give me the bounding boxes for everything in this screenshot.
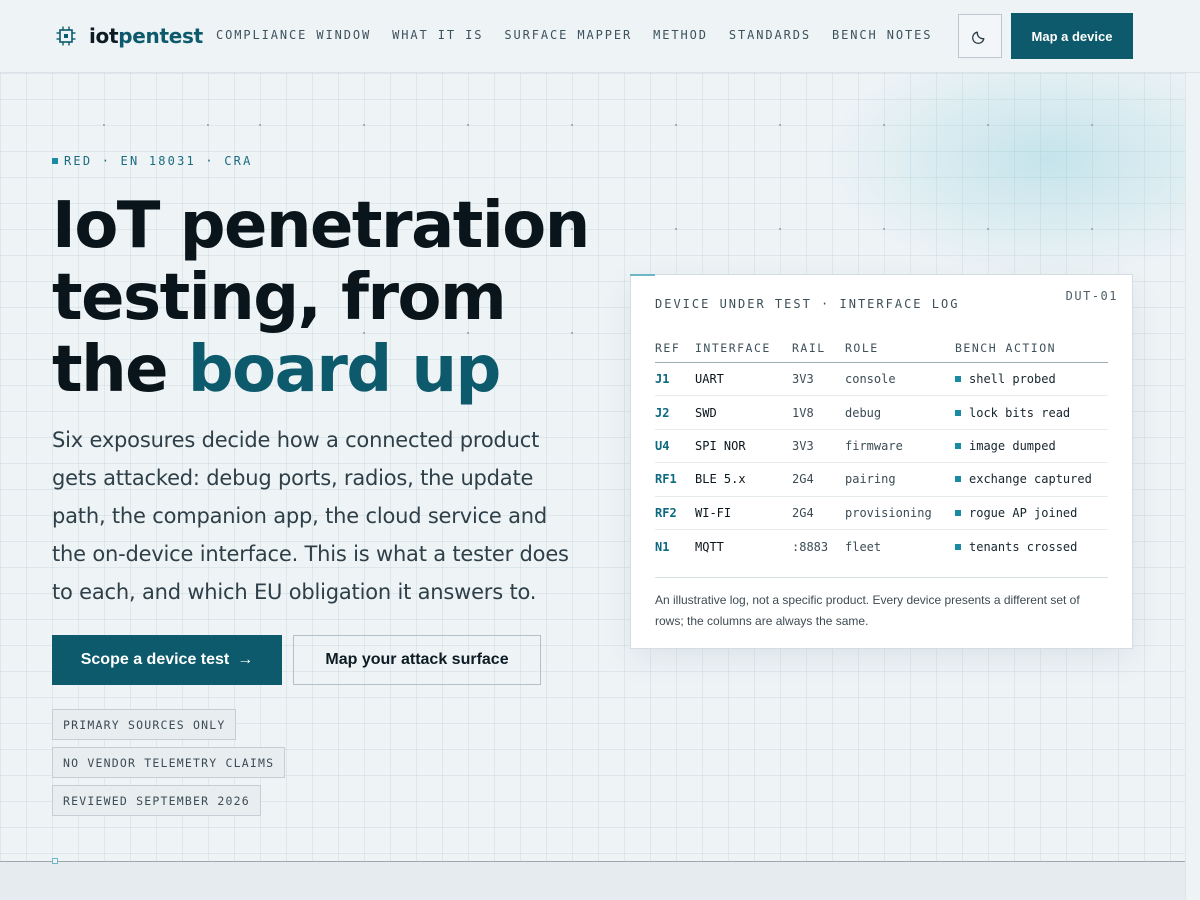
cell-action-text: tenants crossed: [969, 539, 1078, 554]
cell-bench-action: shell probed: [955, 372, 1108, 386]
column-header-bench-action: BENCH ACTION: [955, 340, 1057, 355]
map-attack-surface-button[interactable]: Map your attack surface: [293, 635, 541, 685]
table-header: REF INTERFACE RAIL ROLE BENCH ACTION: [655, 333, 1108, 363]
cell-ref: RF2: [655, 505, 677, 520]
title-line-3: the: [52, 333, 188, 407]
table-row: J1 UART 3V3 console shell probed: [655, 363, 1108, 397]
title-line-1: IoT penetration: [52, 189, 590, 263]
card-footnote: An illustrative log, not a specific prod…: [655, 577, 1108, 632]
hero-lede: Six exposures decide how a connected pro…: [52, 428, 569, 604]
cell-role: provisioning: [845, 505, 932, 520]
table-row: RF1 BLE 5.x 2G4 pairing exchange capture…: [655, 463, 1108, 497]
nav-item-what-it-is[interactable]: WHAT IT IS: [392, 28, 483, 42]
column-header-rail: RAIL: [792, 340, 826, 355]
card-corner-accent: [630, 274, 655, 276]
column-header-role: ROLE: [845, 340, 879, 355]
cell-interface: SPI NOR: [695, 438, 746, 453]
nav-item-bench-notes[interactable]: BENCH NOTES: [832, 28, 932, 42]
section-divider-band: [0, 861, 1185, 900]
action-square-icon: [955, 543, 961, 550]
cell-role: pairing: [845, 472, 896, 487]
cell-role: fleet: [845, 539, 882, 554]
cell-interface: WI-FI: [695, 505, 732, 520]
cell-ref: J2: [655, 405, 670, 420]
cell-ref: J1: [655, 372, 670, 387]
table-row: J2 SWD 1V8 debug lock bits read: [655, 396, 1108, 430]
cell-ref: U4: [655, 438, 670, 453]
cell-rail: 1V8: [792, 405, 814, 420]
brand-logo-link[interactable]: iotpentest: [55, 24, 203, 48]
theme-toggle-button[interactable]: [958, 14, 1002, 58]
cell-rail: :8883: [792, 539, 829, 554]
cell-bench-action: image dumped: [955, 439, 1108, 453]
action-square-icon: [955, 409, 961, 416]
cell-role: firmware: [845, 438, 903, 453]
chip-reviewed-date: REVIEWED SEPTEMBER 2026: [52, 785, 261, 816]
moon-icon: [972, 31, 985, 44]
column-header-ref: REF: [655, 340, 681, 355]
card-title: DEVICE UNDER TEST · INTERFACE LOG: [655, 297, 960, 311]
card-device-id: DUT-01: [1065, 289, 1118, 303]
nav-item-compliance-window[interactable]: COMPLIANCE WINDOW: [216, 28, 371, 42]
nav-item-surface-mapper[interactable]: SURFACE MAPPER: [504, 28, 632, 42]
title-line-2: testing, from: [52, 261, 507, 335]
main-nav: COMPLIANCE WINDOW WHAT IT IS SURFACE MAP…: [216, 28, 932, 42]
cell-role: debug: [845, 405, 882, 420]
scope-device-test-label: Scope a device test: [80, 651, 230, 668]
table-row: U4 SPI NOR 3V3 firmware image dumped: [655, 430, 1108, 464]
table-row: RF2 WI-FI 2G4 provisioning rogue AP join…: [655, 497, 1108, 530]
nav-item-standards[interactable]: STANDARDS: [729, 28, 811, 42]
cell-interface: SWD: [695, 405, 717, 420]
cell-rail: 3V3: [792, 438, 814, 453]
cell-rail: 2G4: [792, 472, 814, 487]
nav-item-method[interactable]: METHOD: [653, 28, 708, 42]
map-a-device-button[interactable]: Map a device: [1011, 13, 1133, 59]
cell-action-text: shell probed: [969, 372, 1056, 387]
eyebrow-square-icon: [52, 158, 58, 164]
cell-interface: MQTT: [695, 539, 724, 554]
cell-interface: BLE 5.x: [695, 472, 746, 487]
scope-device-test-button[interactable]: Scope a device test →: [52, 635, 282, 685]
hero-eyebrow: RED · EN 18031 · CRA: [52, 154, 253, 168]
site-header: iotpentest COMPLIANCE WINDOW WHAT IT IS …: [0, 0, 1200, 73]
action-square-icon: [955, 376, 961, 383]
arrow-right-icon: →: [237, 651, 254, 668]
table-row: N1 MQTT :8883 fleet tenants crossed: [655, 530, 1108, 563]
interface-log-table: REF INTERFACE RAIL ROLE BENCH ACTION J1 …: [655, 333, 1108, 563]
chip-icon: [56, 26, 76, 46]
cell-action-text: lock bits read: [969, 405, 1071, 420]
eyebrow-text: RED · EN 18031 · CRA: [64, 154, 253, 168]
column-header-interface: INTERFACE: [695, 340, 771, 355]
action-square-icon: [955, 476, 961, 483]
brand-name: iotpentest: [89, 24, 203, 48]
trust-chips: PRIMARY SOURCES ONLY NO VENDOR TELEMETRY…: [52, 709, 472, 816]
cell-ref: RF1: [655, 472, 677, 487]
device-interface-log-card: DEVICE UNDER TEST · INTERFACE LOG DUT-01…: [630, 274, 1133, 649]
cell-bench-action: exchange captured: [955, 472, 1108, 486]
cell-rail: 3V3: [792, 372, 814, 387]
chip-primary-sources: PRIMARY SOURCES ONLY: [52, 709, 237, 740]
cell-action-text: rogue AP joined: [969, 505, 1078, 520]
cell-interface: UART: [695, 372, 724, 387]
chip-no-vendor-telemetry: NO VENDOR TELEMETRY CLAIMS: [52, 747, 286, 778]
page-title: IoT penetration testing, from the board …: [52, 190, 612, 406]
cell-action-text: exchange captured: [969, 472, 1092, 487]
action-square-icon: [955, 442, 961, 449]
cell-bench-action: tenants crossed: [955, 540, 1108, 554]
action-square-icon: [955, 509, 961, 516]
title-accent: board up: [187, 333, 502, 407]
cell-bench-action: lock bits read: [955, 406, 1108, 420]
cell-rail: 2G4: [792, 505, 814, 520]
section-marker: [52, 858, 58, 864]
scrollbar-track[interactable]: [1185, 73, 1200, 900]
cell-action-text: image dumped: [969, 438, 1056, 453]
cell-bench-action: rogue AP joined: [955, 506, 1108, 520]
cell-ref: N1: [655, 539, 670, 554]
cell-role: console: [845, 372, 896, 387]
